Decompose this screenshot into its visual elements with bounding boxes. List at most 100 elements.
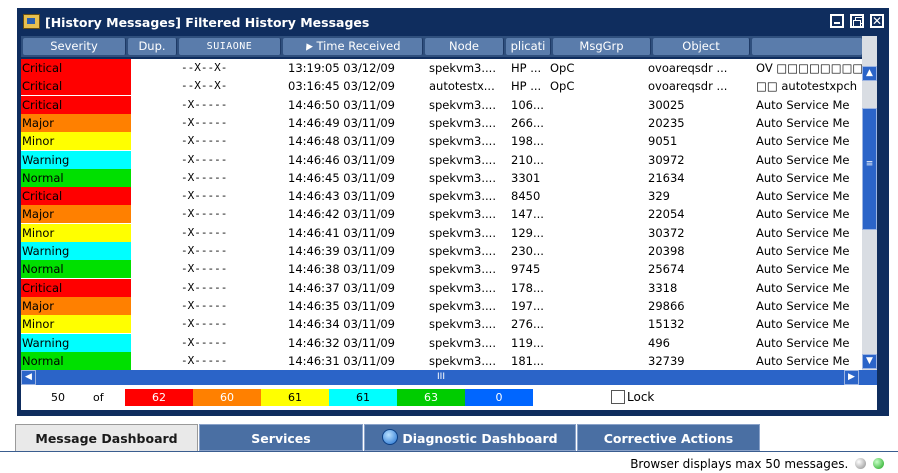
time-received-cell: 13:19:05 03/12/09: [288, 61, 395, 75]
window-titlebar[interactable]: [History Messages] Filtered History Mess…: [17, 8, 889, 36]
object-cell: 329: [648, 189, 670, 204]
application-cell: HP ...: [511, 79, 542, 94]
object-cell: ovoareqsdr ...: [648, 79, 728, 94]
table-row[interactable]: Major -X----- 14:46:42 03/11/09 spekvm3....…: [21, 205, 862, 224]
horizontal-scroll-thumb[interactable]: III: [38, 371, 844, 384]
column-header-node[interactable]: Node: [425, 38, 504, 55]
application-cell: 178...: [511, 280, 544, 295]
tab-divider: [0, 451, 898, 452]
table-row[interactable]: Major -X----- 14:46:49 03/11/09 spekvm3....…: [21, 113, 862, 132]
severity-cell: Warning: [21, 242, 131, 260]
msggrp-cell: [550, 205, 595, 223]
column-header-msggrp[interactable]: MsgGrp: [553, 38, 651, 55]
time-received-cell: 14:46:31 03/11/09: [288, 353, 395, 368]
description-cell: Auto Service Me: [756, 335, 850, 350]
table-row[interactable]: Minor -X----- 14:46:48 03/11/09 spekvm3....…: [21, 132, 862, 151]
application-cell: 266...: [511, 115, 544, 130]
column-header-dup[interactable]: Dup.: [128, 38, 177, 55]
table-row[interactable]: Critical -X----- 14:46:37 03/11/09 spekvm3.…: [21, 278, 862, 297]
description-cell: Auto Service Me: [756, 298, 850, 313]
table-row[interactable]: Minor -X----- 14:46:41 03/11/09 spekvm3....…: [21, 223, 862, 242]
tab-message-dashboard[interactable]: Message Dashboard: [15, 424, 198, 451]
severity-cell: Minor: [21, 132, 131, 151]
severity-cell: Major: [21, 205, 131, 224]
time-received-cell: 14:46:46 03/11/09: [288, 152, 395, 167]
table-row[interactable]: Warning -X----- 14:46:32 03/11/09 spekvm3..…: [21, 333, 862, 352]
column-header-time-received[interactable]: Time Received: [283, 38, 423, 55]
flags-cell: -X-----: [181, 134, 228, 148]
table-row[interactable]: Critical --X--X- 13:19:05 03/12/09 spekvm3.…: [21, 59, 862, 77]
vertical-scrollbar[interactable]: ▲ ≡ ▼: [862, 36, 877, 370]
horizontal-scrollbar[interactable]: ◀ III ▶: [21, 370, 877, 385]
tab-corrective-actions[interactable]: Corrective Actions: [577, 424, 760, 451]
lock-checkbox[interactable]: [611, 390, 625, 404]
time-received-cell: 14:46:50 03/11/09: [288, 97, 395, 112]
table-row[interactable]: Minor -X----- 14:46:34 03/11/09 spekvm3....…: [21, 315, 862, 334]
node-cell: spekvm3....: [429, 97, 496, 112]
status-bar: Browser displays max 50 messages.: [630, 457, 884, 471]
object-cell: 15132: [648, 317, 685, 332]
description-cell: Auto Service Me: [756, 134, 850, 149]
window-title: [History Messages] Filtered History Mess…: [45, 15, 370, 30]
minimize-icon[interactable]: [830, 14, 844, 28]
tab-services[interactable]: Services: [199, 424, 363, 451]
table-row[interactable]: Normal -X----- 14:46:45 03/11/09 spekvm3...…: [21, 168, 862, 187]
application-cell: 147...: [511, 207, 544, 222]
flags-cell: -X-----: [181, 317, 228, 331]
table-row[interactable]: Warning -X----- 14:46:46 03/11/09 spekvm3..…: [21, 150, 862, 169]
application-cell: 210...: [511, 152, 544, 167]
tab-diagnostic-dashboard-label: Diagnostic Dashboard: [402, 431, 558, 446]
scroll-up-icon[interactable]: ▲: [862, 66, 877, 81]
node-cell: spekvm3....: [429, 280, 496, 295]
table-row[interactable]: Normal -X----- 14:46:38 03/11/09 spekvm3...…: [21, 260, 862, 279]
msggrp-cell: [550, 352, 595, 370]
table-row[interactable]: Warning -X----- 14:46:39 03/11/09 spekvm3..…: [21, 242, 862, 260]
table-row[interactable]: Critical --X--X- 03:16:45 03/12/09 autotest…: [21, 77, 862, 96]
column-header-flags[interactable]: SUIAONE: [179, 38, 281, 55]
column-header-severity[interactable]: Severity: [23, 38, 126, 55]
status-grey-light-icon: [855, 458, 867, 469]
severity-cell: Major: [21, 296, 131, 315]
flags-cell: -X-----: [181, 335, 228, 349]
node-cell: autotestx...: [429, 79, 495, 94]
time-received-cell: 03:16:45 03/12/09: [288, 79, 395, 94]
object-cell: 22054: [648, 207, 685, 222]
description-cell: Auto Service Me: [756, 280, 850, 295]
description-cell: Auto Service Me: [756, 207, 850, 222]
msggrp-cell: OpC: [550, 79, 575, 94]
table-row[interactable]: Normal -X----- 14:46:31 03/11/09 spekvm3...…: [21, 351, 862, 370]
time-received-cell: 14:46:42 03/11/09: [288, 207, 395, 222]
severity-summary-bar: 50 of 62 60 61 61 63 0 Lock: [21, 385, 877, 410]
msggrp-cell: [550, 151, 595, 169]
warning-count-badge: 61: [329, 389, 397, 406]
column-header-application[interactable]: plicati: [506, 38, 551, 55]
column-header-object[interactable]: Object: [653, 38, 750, 55]
messages-table: Critical --X--X- 13:19:05 03/12/09 spekvm3.…: [21, 59, 862, 370]
tab-diagnostic-dashboard[interactable]: Diagnostic Dashboard: [364, 424, 576, 451]
application-cell: 106...: [511, 97, 544, 112]
flags-cell: -X-----: [181, 152, 228, 166]
table-row[interactable]: Major -X----- 14:46:35 03/11/09 spekvm3....…: [21, 296, 862, 315]
scroll-right-icon[interactable]: ▶: [844, 370, 859, 385]
unknown-count-badge: 0: [465, 389, 533, 406]
globe-icon: [382, 429, 399, 445]
table-row[interactable]: Critical -X----- 14:46:43 03/11/09 spekvm3.…: [21, 187, 862, 206]
column-header-description[interactable]: [752, 38, 863, 55]
object-cell: 9051: [648, 134, 678, 149]
flags-cell: -X-----: [181, 189, 228, 203]
node-cell: spekvm3....: [429, 207, 496, 222]
description-cell: Auto Service Me: [756, 353, 850, 368]
flags-cell: -X-----: [181, 298, 228, 312]
scroll-left-icon[interactable]: ◀: [21, 370, 36, 385]
object-cell: 20398: [648, 244, 685, 258]
table-row[interactable]: Critical -X----- 14:46:50 03/11/09 spekvm3.…: [21, 95, 862, 114]
severity-cell: Critical: [21, 278, 131, 297]
vertical-scroll-thumb[interactable]: ≡: [862, 108, 877, 230]
close-icon[interactable]: ✕: [870, 14, 884, 28]
object-cell: 3318: [648, 280, 678, 295]
node-cell: spekvm3....: [429, 244, 496, 258]
object-cell: 32739: [648, 353, 685, 368]
description-cell: □□ autotestxpch: [756, 79, 858, 94]
scroll-down-icon[interactable]: ▼: [862, 354, 877, 369]
restore-icon[interactable]: [850, 14, 864, 28]
